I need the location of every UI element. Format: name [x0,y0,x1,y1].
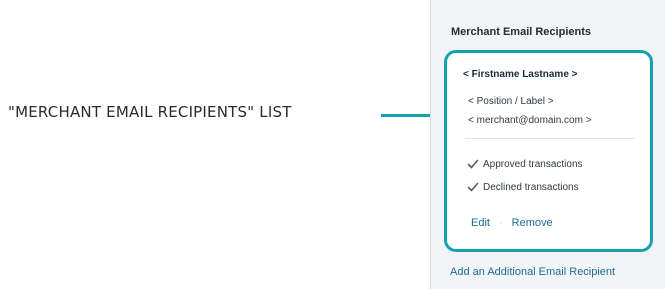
action-separator: · [498,217,503,229]
notification-approved: Approved transactions [467,157,583,171]
panel-title: Merchant Email Recipients [451,26,591,38]
notification-label: Declined transactions [483,181,579,193]
recipient-position: < Position / Label > [468,96,554,107]
divider [465,138,635,139]
checkmark-icon [467,159,479,169]
callout-label: "MERCHANT EMAIL RECIPIENTS" LIST [8,103,292,121]
recipient-actions: Edit · Remove [471,217,553,229]
recipient-email: < merchant@domain.com > [468,115,592,126]
notification-label: Approved transactions [483,158,583,170]
recipient-name: < Firstname Lastname > [463,69,578,80]
recipient-card: < Firstname Lastname > < Position / Labe… [444,50,653,252]
add-email-recipient-link[interactable]: Add an Additional Email Recipient [450,266,615,278]
notification-declined: Declined transactions [467,180,579,194]
edit-link[interactable]: Edit [471,217,490,229]
remove-link[interactable]: Remove [512,217,553,229]
checkmark-icon [467,182,479,192]
merchant-email-recipients-panel: Merchant Email Recipients < Firstname La… [430,0,665,289]
